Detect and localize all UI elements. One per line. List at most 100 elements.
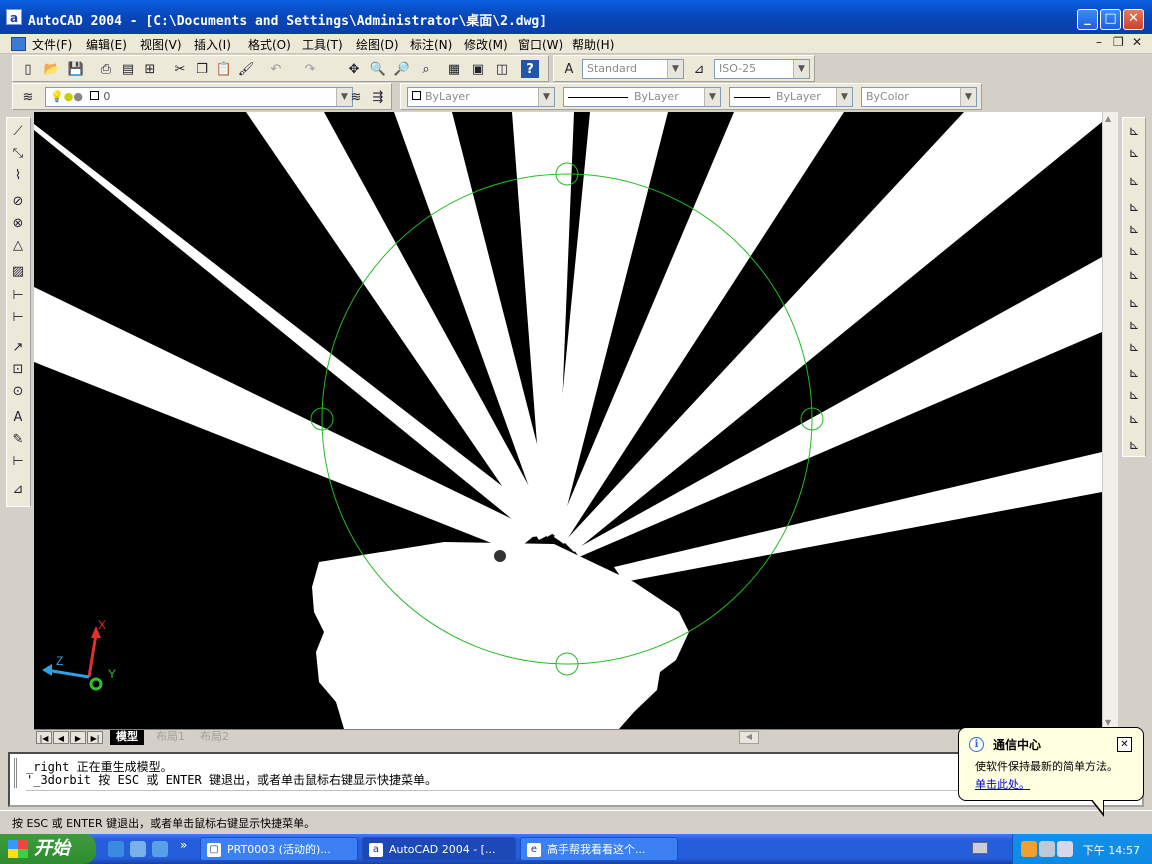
tray-network-icon[interactable] xyxy=(1039,841,1055,857)
ucs-icon-14[interactable]: ⊾ xyxy=(1125,436,1143,454)
tab-layout1[interactable]: 布局1 xyxy=(150,730,191,745)
dimension-edit-icon[interactable]: A xyxy=(9,408,27,426)
menu-tools[interactable]: 工具(T) xyxy=(302,36,343,53)
dimension-text-edit-icon[interactable]: ✎ xyxy=(9,430,27,448)
plot-style-select[interactable]: ByColor ▼ xyxy=(861,87,977,107)
keyboard-icon[interactable] xyxy=(972,842,988,854)
communication-center-balloon[interactable]: i 通信中心 ✕ 使软件保持最新的简单方法。 单击此处。 xyxy=(958,727,1144,801)
publish-icon[interactable]: ⊞ xyxy=(141,60,159,78)
center-mark-icon[interactable]: ⊙ xyxy=(9,382,27,400)
tab-first-icon[interactable]: |◀ xyxy=(36,731,52,744)
menu-help[interactable]: 帮助(H) xyxy=(572,36,614,53)
tolerance-icon[interactable]: ⊡ xyxy=(9,360,27,378)
properties-icon[interactable]: ▦ xyxy=(445,60,463,78)
leader-icon[interactable]: ↗ xyxy=(9,338,27,356)
menu-dimension[interactable]: 标注(N) xyxy=(410,36,452,53)
drawing-canvas[interactable]: X Y Z xyxy=(34,112,1102,729)
arc-icon[interactable]: ⊗ xyxy=(9,214,27,232)
quicklaunch-icon[interactable] xyxy=(152,841,168,857)
tray-qq-icon[interactable] xyxy=(1021,841,1037,857)
task-autocad[interactable]: a AutoCAD 2004 - [... xyxy=(362,837,516,861)
continue-dimension-icon[interactable]: ⊢ xyxy=(9,308,27,326)
tab-layout2[interactable]: 布局2 xyxy=(194,730,235,745)
construction-line-icon[interactable]: ⤡ xyxy=(9,144,27,162)
polygon-icon[interactable]: △ xyxy=(9,236,27,254)
command-grip[interactable] xyxy=(14,758,17,788)
menu-draw[interactable]: 绘图(D) xyxy=(356,36,399,53)
tray-volume-icon[interactable] xyxy=(1057,841,1073,857)
paste-icon[interactable]: 📋 xyxy=(215,60,233,78)
save-icon[interactable]: 💾 xyxy=(67,60,85,78)
ucs-icon-10[interactable]: ⊾ xyxy=(1125,338,1143,356)
menu-view[interactable]: 视图(V) xyxy=(140,36,182,53)
ucs-icon-13[interactable]: ⊾ xyxy=(1125,410,1143,428)
ie-icon[interactable] xyxy=(108,841,124,857)
linear-dimension-icon[interactable]: ⊢ xyxy=(9,286,27,304)
zoom-window-icon[interactable]: 🔎 xyxy=(393,60,411,78)
lineweight-select[interactable]: ByLayer ▼ xyxy=(729,87,853,107)
linetype-select[interactable]: ByLayer ▼ xyxy=(563,87,721,107)
make-object-layer-current-icon[interactable]: ≋ xyxy=(347,88,365,106)
balloon-close-icon[interactable]: ✕ xyxy=(1117,737,1132,752)
ucs-icon-12[interactable]: ⊾ xyxy=(1125,386,1143,404)
menu-file[interactable]: 文件(F) xyxy=(32,36,72,53)
dimension-style-icon[interactable]: ⊿ xyxy=(690,60,708,78)
help-icon[interactable]: ? xyxy=(521,60,539,78)
pan-realtime-icon[interactable]: ✥ xyxy=(345,60,363,78)
ucs-icon-11[interactable]: ⊾ xyxy=(1125,364,1143,382)
close-button[interactable]: ✕ xyxy=(1123,9,1144,30)
new-icon[interactable]: ▯ xyxy=(19,60,37,78)
mdi-close-button[interactable]: ✕ xyxy=(1132,35,1142,49)
scroll-up-icon[interactable]: ▲ xyxy=(1105,114,1111,123)
menu-modify[interactable]: 修改(M) xyxy=(464,36,508,53)
layer-select[interactable]: 💡●● 0 ▼ xyxy=(45,87,353,107)
ucs-icon-5[interactable]: ⊾ xyxy=(1125,220,1143,238)
start-button[interactable]: 开始 xyxy=(0,834,96,864)
ucs-icon-7[interactable]: ⊾ xyxy=(1125,266,1143,284)
quicklaunch-more-icon[interactable]: » xyxy=(180,838,187,852)
dimension-style-select[interactable]: ISO-25 ▼ xyxy=(714,59,810,79)
dimension-update-icon[interactable]: ⊢ xyxy=(9,452,27,470)
hscroll-left-icon[interactable]: ◀ xyxy=(739,731,759,744)
menu-format[interactable]: 格式(O) xyxy=(248,36,291,53)
ucs-icon-3[interactable]: ⊾ xyxy=(1125,172,1143,190)
dimension-style-icon[interactable]: ⊿ xyxy=(9,480,27,498)
task-browser[interactable]: e 高手帮我看看这个... xyxy=(520,837,678,861)
tab-next-icon[interactable]: ▶ xyxy=(70,731,86,744)
plot-preview-icon[interactable]: ▤ xyxy=(119,60,137,78)
title-bar[interactable]: a AutoCAD 2004 - [C:\Documents and Setti… xyxy=(0,0,1152,34)
scroll-down-icon[interactable]: ▼ xyxy=(1105,718,1111,727)
ucs-icon-4[interactable]: ⊾ xyxy=(1125,198,1143,216)
layer-manager-icon[interactable]: ≋ xyxy=(19,88,37,106)
menu-edit[interactable]: 编辑(E) xyxy=(86,36,127,53)
autocad-app-icon[interactable]: a xyxy=(6,9,22,25)
balloon-link[interactable]: 单击此处。 xyxy=(975,776,1030,792)
tool-palettes-icon[interactable]: ◫ xyxy=(493,60,511,78)
zoom-realtime-icon[interactable]: 🔍 xyxy=(369,60,387,78)
menu-window[interactable]: 窗口(W) xyxy=(518,36,563,53)
layer-previous-icon[interactable]: ⇶ xyxy=(369,88,387,106)
cut-icon[interactable]: ✂ xyxy=(171,60,189,78)
tab-prev-icon[interactable]: ◀ xyxy=(53,731,69,744)
color-select[interactable]: ByLayer ▼ xyxy=(407,87,555,107)
undo-icon[interactable]: ↶ xyxy=(267,60,285,78)
mdi-minimize-button[interactable]: – xyxy=(1096,35,1102,49)
mdi-restore-button[interactable]: ❐ xyxy=(1113,35,1124,49)
polyline-icon[interactable]: ⌇ xyxy=(9,166,27,184)
copy-icon[interactable]: ❐ xyxy=(193,60,211,78)
show-desktop-icon[interactable] xyxy=(130,841,146,857)
redo-icon[interactable]: ↷ xyxy=(301,60,319,78)
vertical-scrollbar[interactable]: ▲ ▼ xyxy=(1102,112,1118,729)
minimize-button[interactable]: _ xyxy=(1077,9,1098,30)
tab-model[interactable]: 模型 xyxy=(110,730,144,745)
maximize-button[interactable]: □ xyxy=(1100,9,1121,30)
print-icon[interactable]: ⎙ xyxy=(97,60,115,78)
text-style-icon[interactable]: A xyxy=(560,60,578,78)
match-properties-icon[interactable]: 🖌 xyxy=(237,60,255,78)
document-icon[interactable] xyxy=(11,37,26,51)
text-style-select[interactable]: Standard ▼ xyxy=(582,59,684,79)
ucs-icon-1[interactable]: ⊾ xyxy=(1125,122,1143,140)
line-icon[interactable]: ⟋ xyxy=(9,122,27,140)
ucs-icon-6[interactable]: ⊾ xyxy=(1125,242,1143,260)
tab-last-icon[interactable]: ▶| xyxy=(87,731,103,744)
